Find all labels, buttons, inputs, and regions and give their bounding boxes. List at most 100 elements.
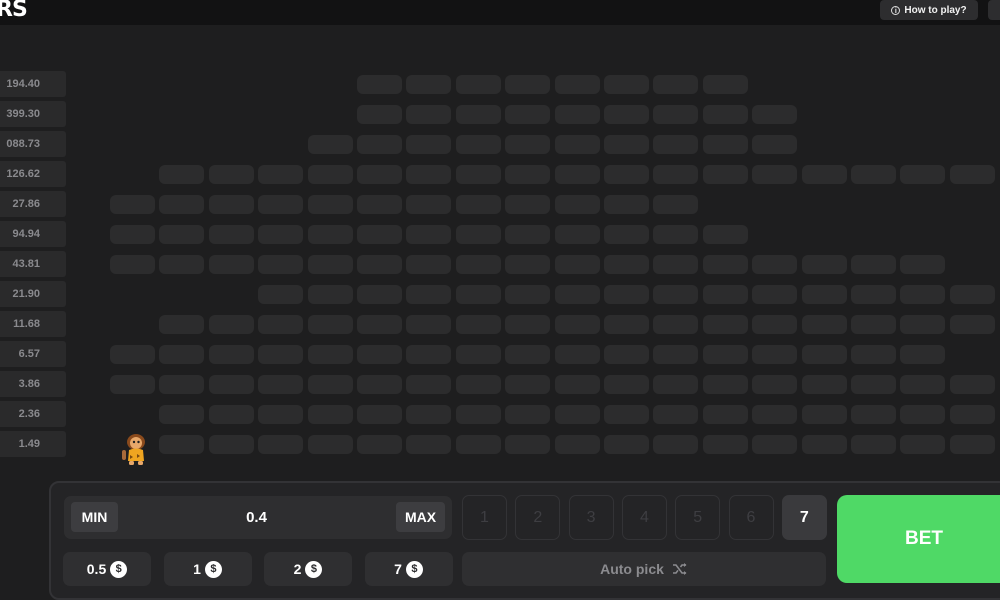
grid-tile[interactable] xyxy=(209,225,254,244)
grid-tile[interactable] xyxy=(110,195,155,214)
bet-amount-input[interactable]: 0.4 xyxy=(214,496,299,539)
grid-tile[interactable] xyxy=(653,435,698,454)
grid-tile[interactable] xyxy=(406,285,451,304)
grid-tile[interactable] xyxy=(703,105,748,124)
grid-tile[interactable] xyxy=(752,375,797,394)
grid-tile[interactable] xyxy=(653,225,698,244)
grid-tile[interactable] xyxy=(505,255,550,274)
grid-tile[interactable] xyxy=(308,285,353,304)
grid-tile[interactable] xyxy=(308,435,353,454)
grid-tile[interactable] xyxy=(900,405,945,424)
quick-bet-button[interactable]: 0.5 $ xyxy=(63,552,151,586)
grid-tile[interactable] xyxy=(505,75,550,94)
grid-tile[interactable] xyxy=(209,195,254,214)
grid-tile[interactable] xyxy=(209,255,254,274)
grid-tile[interactable] xyxy=(950,435,995,454)
grid-tile[interactable] xyxy=(752,285,797,304)
number-button-4[interactable]: 4 xyxy=(621,495,667,540)
grid-tile[interactable] xyxy=(900,435,945,454)
grid-tile[interactable] xyxy=(802,315,847,334)
grid-tile[interactable] xyxy=(159,405,204,424)
grid-tile[interactable] xyxy=(604,375,649,394)
grid-tile[interactable] xyxy=(505,375,550,394)
grid-tile[interactable] xyxy=(456,285,501,304)
grid-tile[interactable] xyxy=(703,315,748,334)
grid-tile[interactable] xyxy=(752,165,797,184)
grid-tile[interactable] xyxy=(900,375,945,394)
grid-tile[interactable] xyxy=(555,255,600,274)
grid-tile[interactable] xyxy=(900,255,945,274)
grid-tile[interactable] xyxy=(653,195,698,214)
grid-tile[interactable] xyxy=(357,375,402,394)
grid-tile[interactable] xyxy=(900,285,945,304)
grid-tile[interactable] xyxy=(159,345,204,364)
grid-tile[interactable] xyxy=(802,405,847,424)
grid-tile[interactable] xyxy=(653,135,698,154)
grid-tile[interactable] xyxy=(653,285,698,304)
grid-tile[interactable] xyxy=(159,255,204,274)
grid-tile[interactable] xyxy=(604,285,649,304)
grid-tile[interactable] xyxy=(950,315,995,334)
grid-tile[interactable] xyxy=(209,375,254,394)
grid-tile[interactable] xyxy=(505,285,550,304)
grid-tile[interactable] xyxy=(456,165,501,184)
grid-tile[interactable] xyxy=(357,195,402,214)
grid-tile[interactable] xyxy=(110,255,155,274)
grid-tile[interactable] xyxy=(308,225,353,244)
grid-tile[interactable] xyxy=(456,315,501,334)
grid-tile[interactable] xyxy=(703,225,748,244)
grid-tile[interactable] xyxy=(604,435,649,454)
grid-tile[interactable] xyxy=(159,195,204,214)
grid-tile[interactable] xyxy=(653,165,698,184)
grid-tile[interactable] xyxy=(456,105,501,124)
grid-tile[interactable] xyxy=(604,405,649,424)
grid-tile[interactable] xyxy=(851,285,896,304)
grid-tile[interactable] xyxy=(555,375,600,394)
grid-tile[interactable] xyxy=(653,105,698,124)
number-button-6[interactable]: 6 xyxy=(728,495,774,540)
grid-tile[interactable] xyxy=(209,405,254,424)
grid-tile[interactable] xyxy=(456,405,501,424)
grid-tile[interactable] xyxy=(555,435,600,454)
grid-tile[interactable] xyxy=(308,135,353,154)
grid-tile[interactable] xyxy=(653,405,698,424)
grid-tile[interactable] xyxy=(851,315,896,334)
grid-tile[interactable] xyxy=(406,405,451,424)
grid-tile[interactable] xyxy=(406,315,451,334)
grid-tile[interactable] xyxy=(555,405,600,424)
grid-tile[interactable] xyxy=(505,195,550,214)
grid-tile[interactable] xyxy=(258,375,303,394)
grid-tile[interactable] xyxy=(505,135,550,154)
grid-tile[interactable] xyxy=(159,435,204,454)
grid-tile[interactable] xyxy=(308,405,353,424)
grid-tile[interactable] xyxy=(357,285,402,304)
grid-tile[interactable] xyxy=(159,375,204,394)
grid-tile[interactable] xyxy=(110,225,155,244)
grid-tile[interactable] xyxy=(357,135,402,154)
grid-tile[interactable] xyxy=(604,315,649,334)
grid-tile[interactable] xyxy=(456,195,501,214)
number-button-5[interactable]: 5 xyxy=(675,495,721,540)
grid-tile[interactable] xyxy=(308,165,353,184)
number-button-1[interactable]: 1 xyxy=(462,495,507,540)
bet-button[interactable]: BET xyxy=(837,495,1000,583)
grid-tile[interactable] xyxy=(406,345,451,364)
grid-tile[interactable] xyxy=(258,285,303,304)
grid-tile[interactable] xyxy=(703,435,748,454)
grid-tile[interactable] xyxy=(752,255,797,274)
grid-tile[interactable] xyxy=(406,195,451,214)
grid-tile[interactable] xyxy=(802,435,847,454)
grid-tile[interactable] xyxy=(555,315,600,334)
grid-tile[interactable] xyxy=(357,405,402,424)
grid-tile[interactable] xyxy=(703,135,748,154)
grid-tile[interactable] xyxy=(159,165,204,184)
quick-bet-button[interactable]: 2 $ xyxy=(264,552,352,586)
grid-tile[interactable] xyxy=(406,135,451,154)
grid-tile[interactable] xyxy=(406,105,451,124)
grid-tile[interactable] xyxy=(802,255,847,274)
grid-tile[interactable] xyxy=(604,165,649,184)
grid-tile[interactable] xyxy=(703,375,748,394)
grid-tile[interactable] xyxy=(653,345,698,364)
grid-tile[interactable] xyxy=(604,345,649,364)
number-button-7[interactable]: 7 xyxy=(781,495,827,540)
